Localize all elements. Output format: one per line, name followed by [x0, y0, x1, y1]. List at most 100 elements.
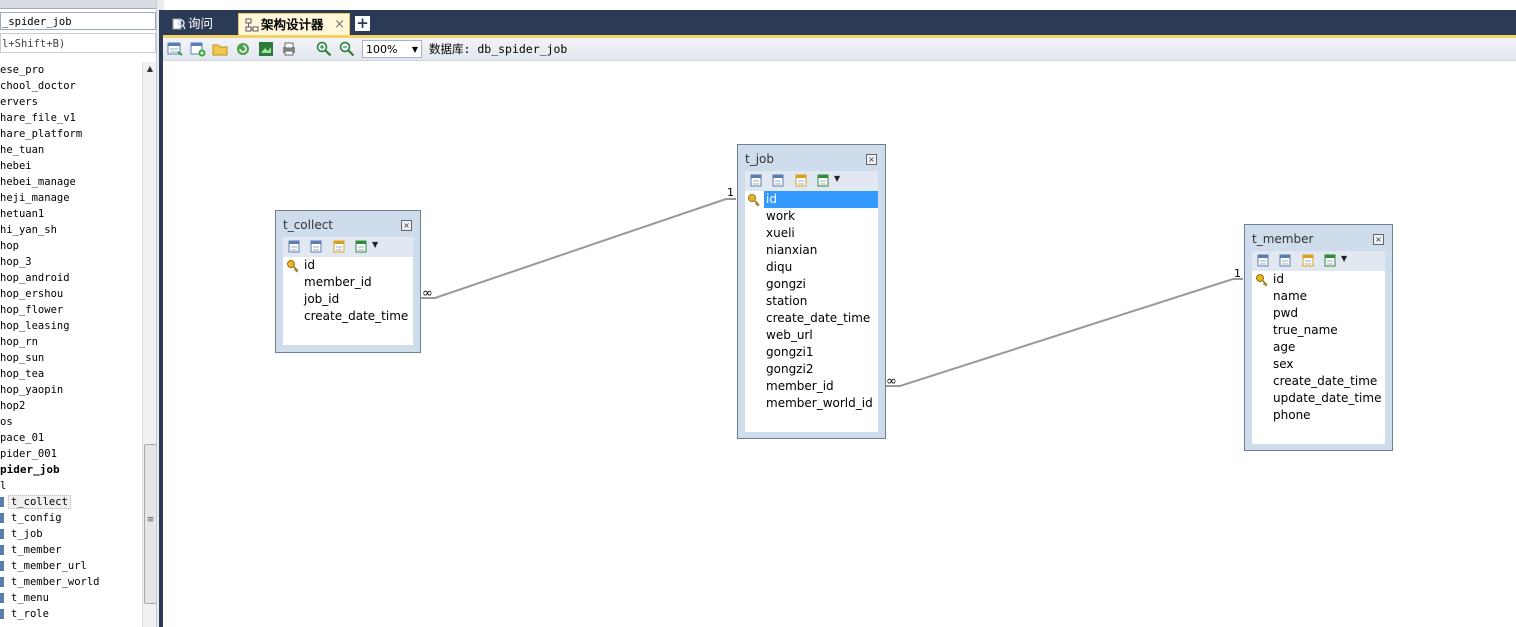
- field-row[interactable]: station: [745, 293, 878, 310]
- new-table-icon[interactable]: [167, 41, 183, 57]
- zoom-level-select[interactable]: 100% ▼: [362, 40, 422, 58]
- table-item[interactable]: t_member_world: [0, 574, 142, 590]
- tab-query[interactable]: 询问: [166, 13, 238, 36]
- delete-field-icon[interactable]: [1279, 254, 1293, 268]
- database-item[interactable]: ervers: [0, 94, 142, 110]
- scroll-up-arrow-icon[interactable]: ▲: [143, 62, 157, 76]
- database-item[interactable]: pider_001: [0, 446, 142, 462]
- field-row[interactable]: create_date_time: [1252, 373, 1385, 390]
- close-icon[interactable]: ×: [1373, 234, 1384, 245]
- primary-key-field[interactable]: id: [1252, 271, 1385, 288]
- field-row[interactable]: diqu: [745, 259, 878, 276]
- database-item[interactable]: hebei: [0, 158, 142, 174]
- field-row[interactable]: nianxian: [745, 242, 878, 259]
- add-tab-button[interactable]: +: [355, 16, 370, 31]
- zoom-out-icon[interactable]: [339, 41, 355, 57]
- field-row[interactable]: member_id: [283, 274, 413, 291]
- database-item[interactable]: heji_manage: [0, 190, 142, 206]
- insert-field-icon[interactable]: [1257, 254, 1271, 268]
- delete-field-icon[interactable]: [772, 174, 786, 188]
- field-row[interactable]: phone: [1252, 407, 1385, 424]
- tab-schema-designer[interactable]: 架构设计器 ×: [238, 13, 350, 36]
- table-item[interactable]: t_collect: [0, 494, 142, 510]
- field-row[interactable]: member_world_id: [745, 395, 878, 412]
- primary-key-field[interactable]: id: [283, 257, 413, 274]
- index-icon[interactable]: [1324, 254, 1338, 268]
- database-item[interactable]: hetuan1: [0, 206, 142, 222]
- database-item[interactable]: hare_file_v1: [0, 110, 142, 126]
- print-icon[interactable]: [281, 41, 297, 57]
- table-item[interactable]: t_job: [0, 526, 142, 542]
- chevron-down-icon[interactable]: ▼: [372, 240, 378, 249]
- entity-t_collect[interactable]: t_collect × ▼ id member_id job_id create_da…: [275, 210, 421, 353]
- object-browser-scrollbar[interactable]: ▲ ≡: [142, 62, 157, 627]
- database-item[interactable]: pace_01: [0, 430, 142, 446]
- database-item[interactable]: hop_leasing: [0, 318, 142, 334]
- index-icon[interactable]: [817, 174, 831, 188]
- field-row[interactable]: member_id: [745, 378, 878, 395]
- field-row[interactable]: update_date_time: [1252, 390, 1385, 407]
- delete-field-icon[interactable]: [310, 240, 324, 254]
- field-row[interactable]: web_url: [745, 327, 878, 344]
- field-row[interactable]: xueli: [745, 225, 878, 242]
- primary-key-icon[interactable]: [1302, 254, 1316, 268]
- field-row[interactable]: true_name: [1252, 322, 1385, 339]
- database-item[interactable]: hop_3: [0, 254, 142, 270]
- database-item[interactable]: os: [0, 414, 142, 430]
- database-item[interactable]: hare_platform: [0, 126, 142, 142]
- table-item[interactable]: t_config: [0, 510, 142, 526]
- insert-field-icon[interactable]: [288, 240, 302, 254]
- database-item[interactable]: chool_doctor: [0, 78, 142, 94]
- database-item[interactable]: hop_sun: [0, 350, 142, 366]
- field-row[interactable]: pwd: [1252, 305, 1385, 322]
- primary-key-field[interactable]: id: [748, 191, 878, 208]
- field-row[interactable]: work: [745, 208, 878, 225]
- database-item[interactable]: hi_yan_sh: [0, 222, 142, 238]
- close-tab-icon[interactable]: ×: [334, 14, 345, 36]
- relation-collect-job[interactable]: [421, 198, 736, 299]
- field-row[interactable]: gongzi2: [745, 361, 878, 378]
- field-row[interactable]: create_date_time: [745, 310, 878, 327]
- tables-group-item[interactable]: l: [0, 478, 142, 494]
- field-row[interactable]: age: [1252, 339, 1385, 356]
- insert-field-icon[interactable]: [750, 174, 764, 188]
- current-database-item[interactable]: pider_job: [0, 462, 142, 478]
- refresh-icon[interactable]: [235, 41, 251, 57]
- index-icon[interactable]: [355, 240, 369, 254]
- database-item[interactable]: hop_flower: [0, 302, 142, 318]
- primary-key-icon[interactable]: [795, 174, 809, 188]
- database-item[interactable]: hop_android: [0, 270, 142, 286]
- export-image-icon[interactable]: [258, 41, 274, 57]
- database-item[interactable]: hop_rn: [0, 334, 142, 350]
- database-item[interactable]: hop_ershou: [0, 286, 142, 302]
- database-item[interactable]: hop_tea: [0, 366, 142, 382]
- database-item[interactable]: ese_pro: [0, 62, 142, 78]
- field-row[interactable]: name: [1252, 288, 1385, 305]
- table-item[interactable]: t_member: [0, 542, 142, 558]
- object-filter-input[interactable]: l+Shift+B): [0, 33, 156, 53]
- relation-job-member[interactable]: [885, 278, 1243, 387]
- field-row[interactable]: job_id: [283, 291, 413, 308]
- chevron-down-icon[interactable]: ▼: [1341, 254, 1347, 263]
- schema-canvas[interactable]: ∞ 1 ∞ 1 t_collect × ▼ id member_id job_id c…: [163, 61, 1516, 627]
- entity-t_job[interactable]: t_job × ▼ id work xueli nianxian diqu gongzi s…: [737, 144, 886, 439]
- table-item[interactable]: t_menu: [0, 590, 142, 606]
- field-row[interactable]: gongzi: [745, 276, 878, 293]
- close-icon[interactable]: ×: [866, 154, 877, 165]
- field-row[interactable]: gongzi1: [745, 344, 878, 361]
- database-item[interactable]: he_tuan: [0, 142, 142, 158]
- open-folder-icon[interactable]: [212, 41, 228, 57]
- field-row[interactable]: sex: [1252, 356, 1385, 373]
- chevron-down-icon[interactable]: ▼: [834, 174, 840, 183]
- table-item[interactable]: t_role: [0, 606, 142, 622]
- table-item[interactable]: t_member_url: [0, 558, 142, 574]
- database-item[interactable]: hop_yaopin: [0, 382, 142, 398]
- field-row[interactable]: create_date_time: [283, 308, 413, 325]
- add-table-icon[interactable]: [190, 41, 206, 57]
- primary-key-icon[interactable]: [333, 240, 347, 254]
- zoom-in-icon[interactable]: [316, 41, 332, 57]
- database-item[interactable]: hop2: [0, 398, 142, 414]
- database-item[interactable]: hebei_manage: [0, 174, 142, 190]
- close-icon[interactable]: ×: [401, 220, 412, 231]
- entity-t_member[interactable]: t_member × ▼ id name pwd true_name age sex cre…: [1244, 224, 1393, 451]
